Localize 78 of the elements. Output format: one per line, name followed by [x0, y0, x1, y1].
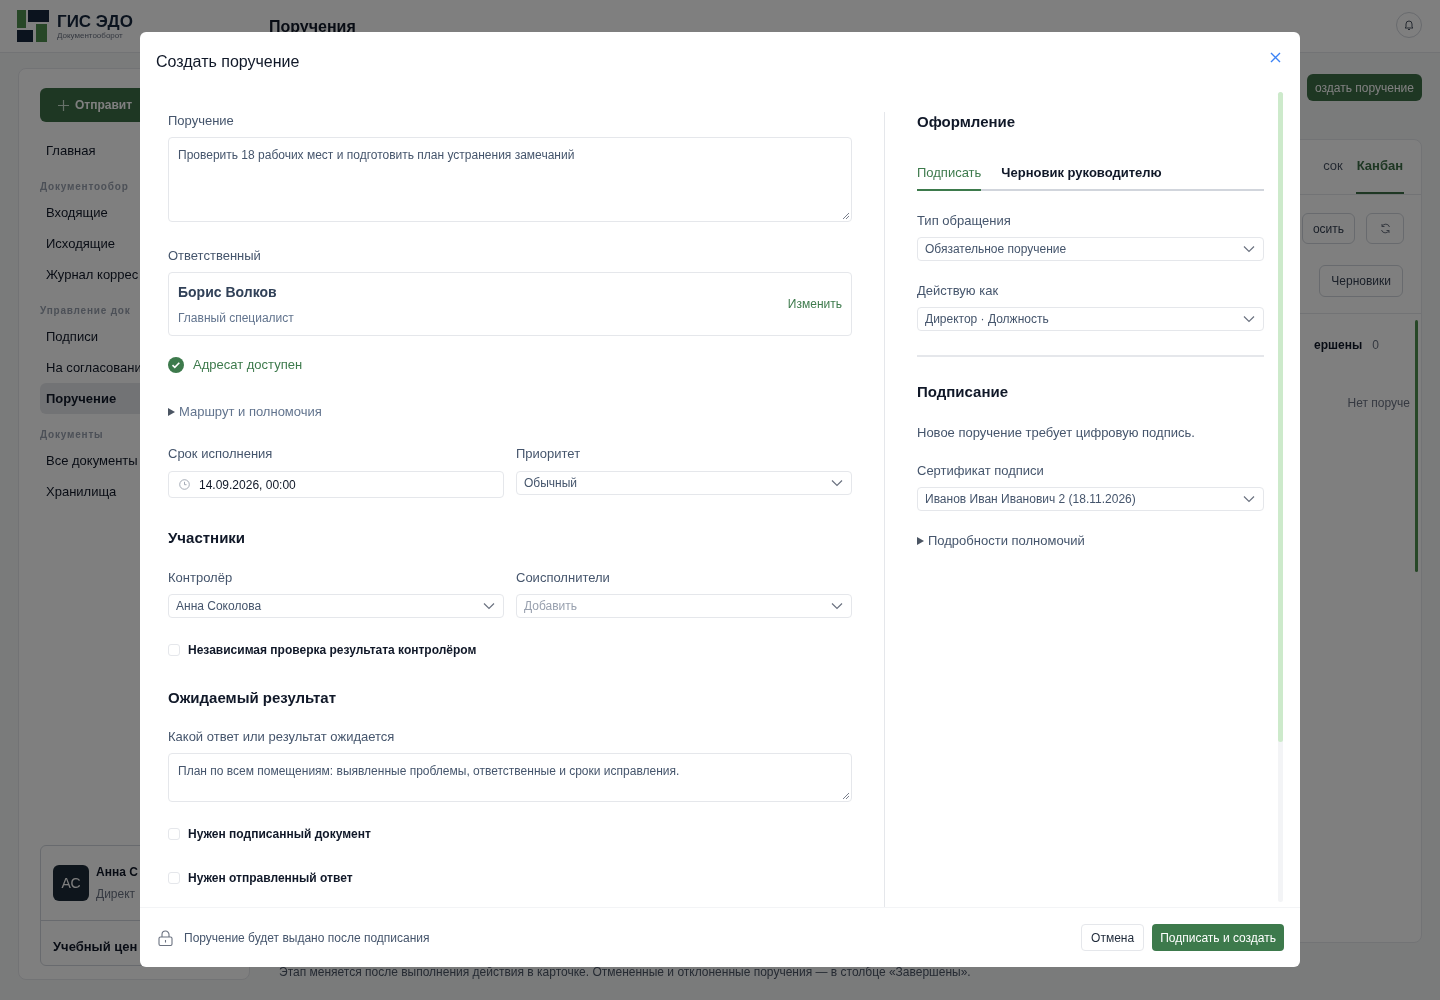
bell-icon: [1403, 19, 1415, 31]
scrollbar[interactable]: [1415, 320, 1418, 572]
cancel-button[interactable]: Отмена: [1081, 924, 1145, 951]
logo-title: ГИС ЭДО: [57, 12, 133, 30]
checkbox-label: Нужен отправленный ответ: [188, 870, 353, 887]
field-label: Приоритет: [516, 445, 582, 462]
lock-icon: [158, 929, 173, 946]
page-title: Поручения: [269, 17, 356, 37]
check-circle-icon: [168, 357, 184, 373]
footer-note: Поручение будет выдано после подписания: [184, 929, 430, 947]
person-position: Главный специалист: [178, 309, 294, 327]
chevron-down-icon: [1243, 495, 1255, 503]
text-area[interactable]: План по всем помещениям: выявленные проблемы, ответственные и сроки исправления.: [168, 753, 852, 802]
field-label: Срок исполнения: [168, 445, 274, 462]
field-label: Соисполнители: [516, 569, 611, 586]
create-assignment-button[interactable]: оздать поручение: [1307, 74, 1422, 101]
checkbox-label: Нужен подписанный документ: [188, 826, 371, 843]
field-label: Тип обращения: [917, 212, 1012, 229]
status-text: Адресат доступен: [193, 356, 303, 375]
resize-grip-icon: [842, 792, 850, 800]
checkbox-label: Независимая проверка результата контролёром: [188, 642, 477, 659]
chevron-down-icon: [1243, 315, 1255, 323]
sign-and-create-button[interactable]: Подписать и создать: [1152, 924, 1284, 951]
close-icon: [1269, 51, 1281, 63]
chevron-down-icon: [1243, 245, 1255, 253]
chevron-down-icon: [483, 602, 495, 610]
section-heading: Оформление: [917, 112, 1017, 131]
select-field[interactable]: Обычный: [516, 471, 852, 495]
section-heading: Участники: [168, 528, 247, 547]
disclosure-toggle[interactable]: Подробности полномочий: [917, 532, 1264, 550]
logo-subtitle: Документооборот: [57, 31, 124, 40]
date-field[interactable]: 14.09.2026, 00:00: [168, 471, 504, 498]
clock-icon: [179, 479, 190, 490]
column-title: ершены: [1314, 337, 1363, 354]
footnote-text: Этап меняется после выполнения действия в карточке. Отмененные и отклоненные поручения — в столбце «Завершены».: [279, 964, 972, 981]
select-field[interactable]: Анна Соколова: [168, 594, 504, 618]
triangle-icon: [168, 408, 175, 416]
select-field[interactable]: Обязательное поручение: [917, 237, 1264, 261]
view-tab[interactable]: сок: [1323, 140, 1343, 194]
section-heading: Подписание: [917, 382, 1010, 401]
tab[interactable]: Подписать: [917, 161, 982, 191]
checkbox[interactable]: [168, 644, 180, 656]
logo-icon: [17, 10, 49, 42]
field-label: Ответственный: [168, 247, 262, 264]
drafts-button[interactable]: Черновики: [1319, 265, 1403, 297]
user-name: Анна С: [96, 864, 138, 881]
person-name: Борис Волков: [178, 282, 278, 302]
scrollbar[interactable]: [1278, 92, 1283, 902]
select-field[interactable]: Добавить: [516, 594, 852, 618]
tab[interactable]: Черновик руководителю: [1001, 161, 1162, 191]
refresh-button[interactable]: [1366, 213, 1404, 244]
chevron-down-icon: [831, 479, 843, 487]
field-label: Какой ответ или результат ожидается: [168, 728, 396, 745]
user-avatar: АС: [53, 865, 89, 901]
checkbox[interactable]: [168, 872, 180, 884]
dialog-title: Создать поручение: [156, 52, 300, 72]
field-label: Сертификат подписи: [917, 462, 1045, 479]
checkbox[interactable]: [168, 828, 180, 840]
section-heading: Ожидаемый результат: [168, 688, 338, 707]
view-tab[interactable]: Канбан: [1355, 140, 1404, 194]
close-button[interactable]: [1268, 50, 1282, 64]
column-count: 0: [1372, 337, 1379, 354]
change-link[interactable]: Изменить: [787, 295, 842, 313]
plus-icon: [58, 99, 69, 111]
resize-grip-icon: [842, 212, 850, 220]
organization-name: Учебный цен: [53, 939, 138, 954]
triangle-icon: [917, 537, 924, 545]
empty-message: Нет поруче: [1347, 395, 1410, 412]
refresh-icon: [1379, 223, 1391, 234]
field-label: Контролёр: [168, 569, 234, 586]
select-field[interactable]: Директор · Должность: [917, 307, 1264, 331]
select-field[interactable]: Иванов Иван Иванович 2 (18.11.2026): [917, 487, 1264, 511]
info-text: Новое поручение требует цифровую подпись.: [917, 424, 1196, 441]
chevron-down-icon: [831, 602, 843, 610]
reset-button[interactable]: осить: [1301, 213, 1355, 244]
field-label: Действую как: [917, 282, 1000, 299]
text-area[interactable]: Проверить 18 рабочих мест и подготовить план устранения замечаний: [168, 137, 852, 222]
user-role: Директ: [96, 886, 137, 903]
